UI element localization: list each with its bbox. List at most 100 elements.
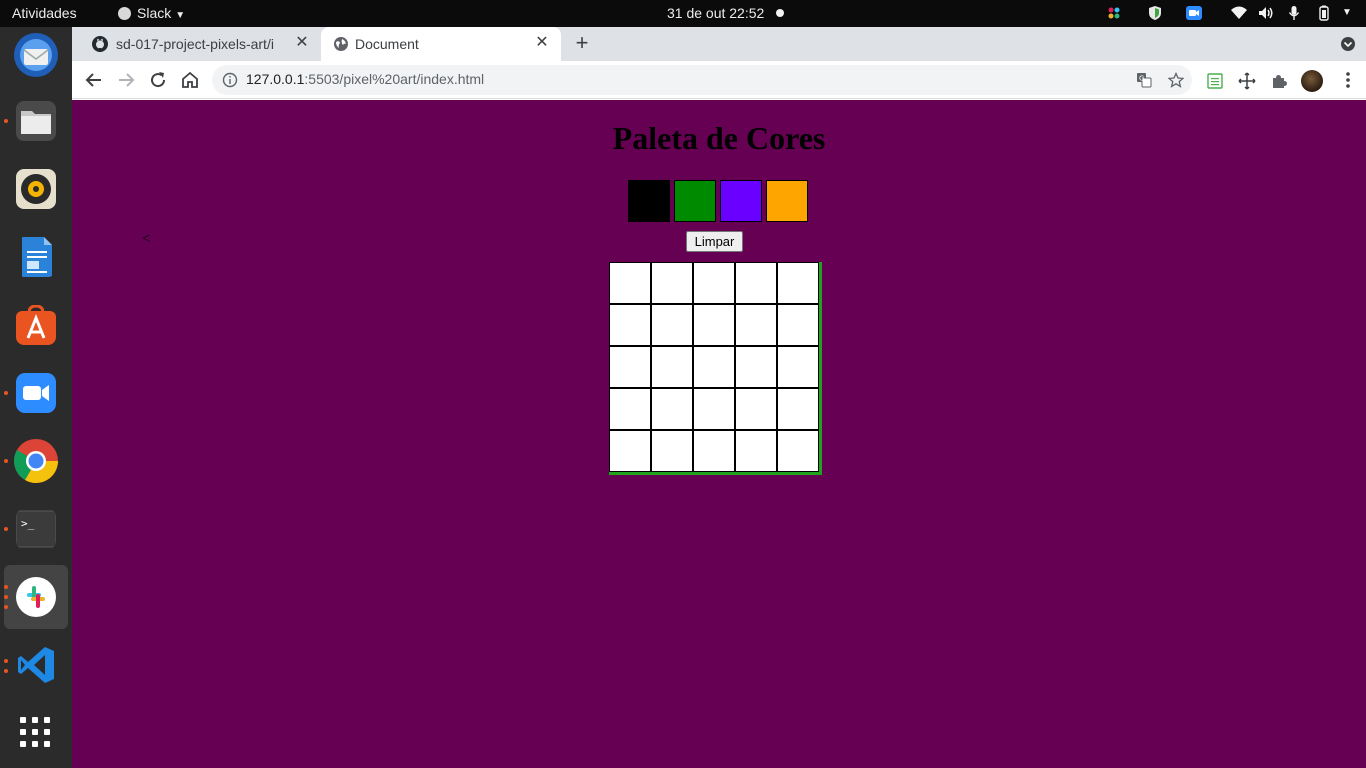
show-applications-icon[interactable]: [20, 717, 52, 749]
pixel-cell[interactable]: [651, 430, 693, 472]
chrome-window: sd-017-project-pixels-art/i ✕ Document ✕…: [72, 27, 1366, 768]
close-tab-icon[interactable]: ✕: [294, 35, 310, 51]
slack-tray-icon[interactable]: [1106, 5, 1122, 21]
pixel-cell[interactable]: [777, 304, 819, 346]
page-title: Paleta de Cores: [612, 120, 826, 156]
libreoffice-writer-icon: [22, 237, 52, 277]
pixel-cell[interactable]: [735, 388, 777, 430]
bookmark-star-icon[interactable]: [1168, 72, 1184, 88]
profile-avatar[interactable]: [1301, 70, 1323, 92]
pixel-cell[interactable]: [609, 346, 651, 388]
dock-terminal[interactable]: >_: [4, 497, 68, 561]
pixel-cell[interactable]: [651, 346, 693, 388]
pixel-cell[interactable]: [693, 304, 735, 346]
pixel-cell[interactable]: [651, 388, 693, 430]
software-center-icon: [16, 305, 56, 345]
running-indicator: [4, 527, 8, 531]
tab-strip: sd-017-project-pixels-art/i ✕ Document ✕…: [72, 27, 1366, 61]
back-icon[interactable]: [82, 68, 106, 92]
reload-icon[interactable]: [146, 68, 170, 92]
extensions-puzzle-icon[interactable]: [1270, 72, 1288, 90]
site-info-icon[interactable]: [222, 72, 238, 88]
pixel-cell[interactable]: [777, 430, 819, 472]
url-text[interactable]: 127.0.0.1:5503/pixel%20art/index.html: [246, 71, 484, 87]
terminal-icon: >_: [16, 510, 56, 548]
running-indicator: [4, 669, 8, 673]
pixel-cell[interactable]: [609, 430, 651, 472]
dock-chrome[interactable]: [4, 429, 68, 493]
zoom-icon: [16, 373, 56, 413]
battery-icon[interactable]: [1316, 5, 1332, 21]
running-indicator: [4, 659, 8, 663]
pixel-cell[interactable]: [735, 430, 777, 472]
tab-github[interactable]: sd-017-project-pixels-art/i ✕: [72, 27, 318, 61]
wifi-icon[interactable]: [1231, 5, 1247, 21]
chevron-down-icon: ▼: [175, 10, 186, 21]
app-menu[interactable]: Slack ▼: [118, 0, 185, 27]
tab-title: sd-017-project-pixels-art/i: [116, 36, 274, 52]
pixel-cell[interactable]: [651, 262, 693, 304]
running-indicator: [4, 119, 8, 123]
pixel-cell[interactable]: [735, 346, 777, 388]
address-bar[interactable]: 127.0.0.1:5503/pixel%20art/index.html G: [212, 65, 1192, 95]
shield-icon[interactable]: [1147, 5, 1163, 21]
home-icon[interactable]: [178, 68, 202, 92]
new-tab-icon[interactable]: +: [570, 32, 594, 56]
running-indicator: [4, 459, 8, 463]
palette-color[interactable]: [628, 180, 670, 222]
clock-label: 31 de out 22:52: [667, 5, 765, 21]
url-path: :5503/pixel%20art/index.html: [304, 71, 485, 87]
pixel-cell[interactable]: [651, 304, 693, 346]
dock-zoom[interactable]: [4, 361, 68, 425]
menu-kebab-icon[interactable]: [1338, 70, 1358, 90]
github-icon: [92, 36, 108, 52]
dock-software-center[interactable]: [4, 293, 68, 357]
dock-libreoffice-writer[interactable]: [4, 225, 68, 289]
pixel-cell[interactable]: [609, 304, 651, 346]
palette-color[interactable]: [674, 180, 716, 222]
ubuntu-dock: >_: [0, 27, 72, 768]
clear-board-button[interactable]: Limpar: [686, 231, 743, 252]
pixel-cell[interactable]: [693, 388, 735, 430]
dock-thunderbird[interactable]: [4, 27, 68, 91]
vscode-icon: [18, 647, 54, 683]
page-body: Paleta de Cores < Limpar: [72, 100, 1366, 768]
running-indicator: [4, 391, 8, 395]
close-tab-icon[interactable]: ✕: [534, 35, 550, 51]
pixel-cell[interactable]: [735, 304, 777, 346]
palette-color[interactable]: [720, 180, 762, 222]
microphone-icon[interactable]: [1286, 5, 1302, 21]
tab-search-icon[interactable]: [1340, 36, 1356, 52]
clock[interactable]: 31 de out 22:52: [667, 0, 785, 27]
pixel-board: [609, 262, 822, 475]
palette-color[interactable]: [766, 180, 808, 222]
pixel-cell[interactable]: [735, 262, 777, 304]
sheets-extension-icon[interactable]: [1206, 72, 1224, 90]
zoom-tray-icon[interactable]: [1186, 5, 1202, 21]
pixel-cell[interactable]: [693, 346, 735, 388]
running-indicator: [4, 595, 8, 599]
dock-slack[interactable]: [4, 565, 68, 629]
browser-toolbar: 127.0.0.1:5503/pixel%20art/index.html G: [72, 61, 1366, 99]
pixel-cell[interactable]: [609, 262, 651, 304]
running-indicator: [4, 605, 8, 609]
pixel-cell[interactable]: [693, 430, 735, 472]
pixel-cell[interactable]: [609, 388, 651, 430]
activities-button[interactable]: Atividades: [12, 0, 77, 27]
slack-app-icon: [118, 7, 131, 20]
pixel-cell[interactable]: [777, 346, 819, 388]
dock-files[interactable]: [4, 89, 68, 153]
translate-icon[interactable]: G: [1136, 72, 1152, 88]
dock-rhythmbox[interactable]: [4, 157, 68, 221]
pixel-cell[interactable]: [693, 262, 735, 304]
system-menu-chevron-icon[interactable]: ▼: [1342, 5, 1358, 21]
volume-icon[interactable]: [1258, 5, 1274, 21]
rhythmbox-icon: [16, 169, 56, 209]
pixel-cell[interactable]: [777, 388, 819, 430]
move-extension-icon[interactable]: [1238, 72, 1256, 90]
forward-icon[interactable]: [114, 68, 138, 92]
tab-document[interactable]: Document ✕: [321, 27, 561, 61]
pixel-cell[interactable]: [777, 262, 819, 304]
dock-vscode[interactable]: [4, 633, 68, 697]
svg-text:G: G: [1139, 75, 1144, 83]
